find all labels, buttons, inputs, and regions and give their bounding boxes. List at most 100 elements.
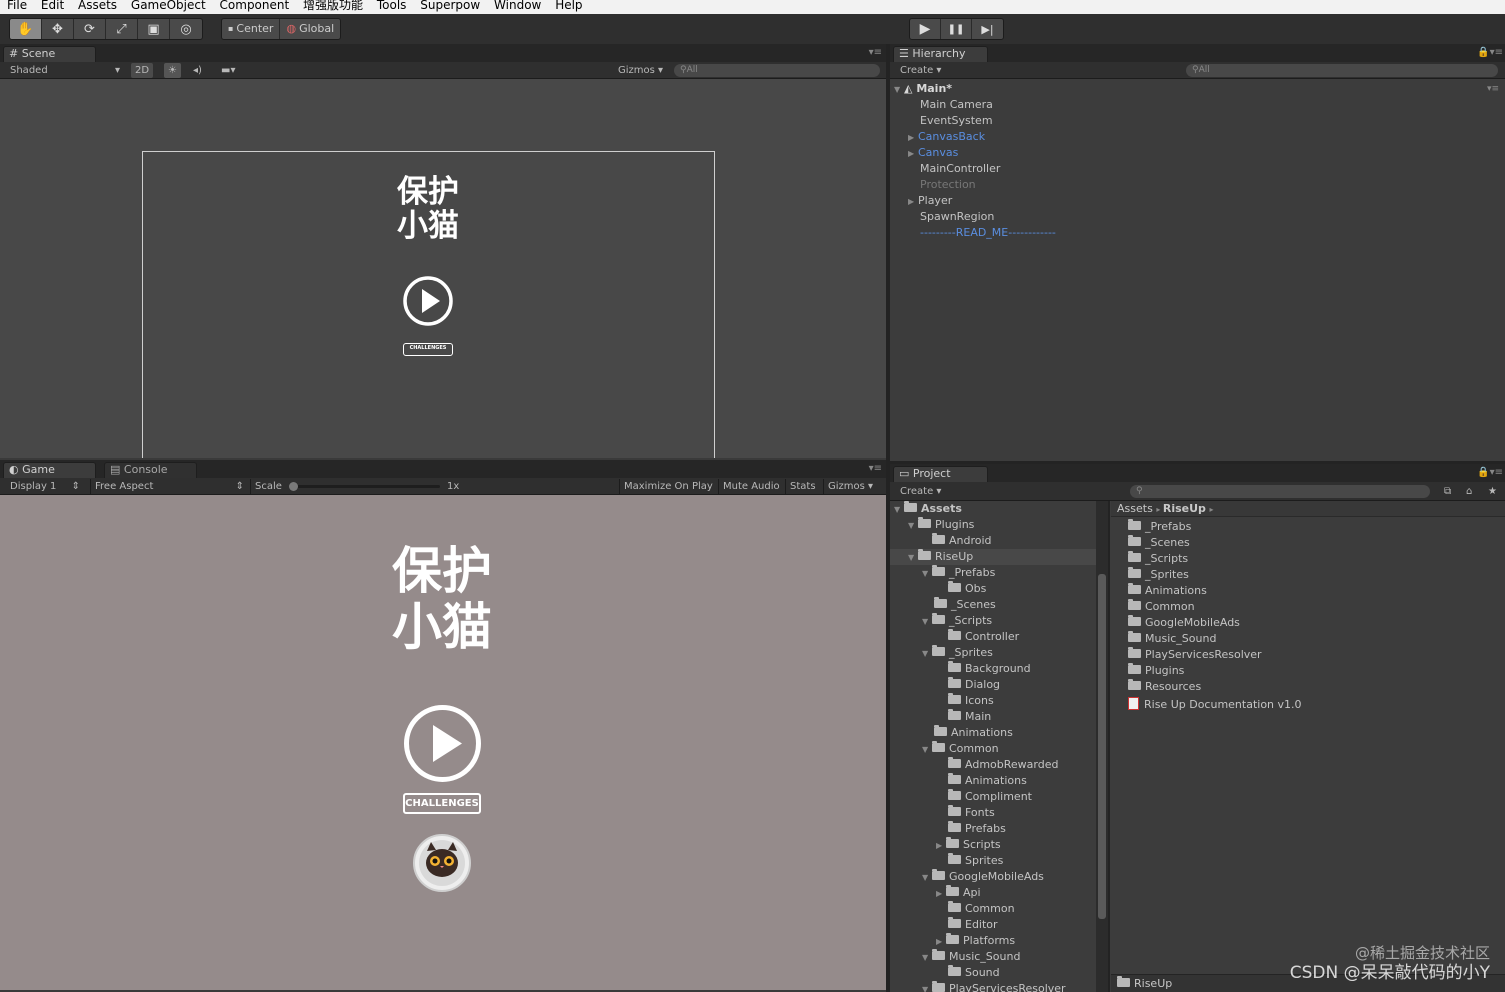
game-panel-menu-icon[interactable]: ▾≡: [869, 463, 882, 474]
tree-folder[interactable]: ▼ Assets: [894, 501, 962, 517]
content-item[interactable]: Music_Sound: [1128, 631, 1216, 647]
move-icon[interactable]: ✥: [42, 19, 74, 39]
expand-arrow-icon[interactable]: ▼: [922, 614, 932, 630]
cat-avatar-icon[interactable]: [412, 833, 472, 893]
content-item[interactable]: _Scripts: [1128, 551, 1188, 567]
tree-folder[interactable]: Prefabs: [948, 821, 1006, 837]
tree-folder-selected[interactable]: ▼ RiseUp: [890, 549, 1096, 565]
content-item[interactable]: _Sprites: [1128, 567, 1189, 583]
menu-enhanced[interactable]: 增强版功能: [303, 0, 363, 11]
content-item[interactable]: PlayServicesResolver: [1128, 647, 1262, 663]
menu-tools[interactable]: Tools: [377, 0, 407, 11]
tree-folder[interactable]: Animations: [934, 725, 1013, 741]
content-item[interactable]: Rise Up Documentation v1.0: [1128, 695, 1302, 711]
step-button[interactable]: ▶|: [972, 19, 1003, 39]
hierarchy-lock-icon[interactable]: 🔒▾≡: [1477, 47, 1503, 58]
expand-arrow-icon[interactable]: ▼: [922, 566, 932, 582]
game-challenges-button[interactable]: CHALLENGES: [403, 793, 481, 814]
hierarchy-item[interactable]: ▶ Canvas: [908, 145, 958, 161]
menu-file[interactable]: File: [7, 0, 27, 11]
2d-toggle[interactable]: 2D: [131, 63, 154, 78]
expand-arrow-icon[interactable]: ▼: [908, 550, 918, 566]
hierarchy-item[interactable]: ▶ Player: [908, 193, 952, 209]
content-item[interactable]: Animations: [1128, 583, 1207, 599]
scene-search-input[interactable]: ⚲All: [674, 64, 880, 77]
content-item[interactable]: Common: [1128, 599, 1195, 615]
menu-help[interactable]: Help: [555, 0, 582, 11]
tree-folder[interactable]: ▶ Scripts: [936, 837, 1001, 853]
tree-folder[interactable]: ▶ Api: [936, 885, 981, 901]
scene-gizmos-dropdown[interactable]: Gizmos ▾: [614, 63, 667, 78]
tree-folder[interactable]: ▼ Music_Sound: [922, 949, 1020, 965]
tree-folder[interactable]: ▼ Common: [922, 741, 999, 757]
tree-folder[interactable]: Compliment: [948, 789, 1032, 805]
menu-component[interactable]: Component: [220, 0, 290, 11]
tree-folder[interactable]: ▼ GoogleMobileAds: [922, 869, 1044, 885]
hierarchy-item[interactable]: MainController: [920, 161, 1000, 177]
tree-folder[interactable]: ▼ PlayServicesResolver: [922, 981, 1066, 992]
pause-button[interactable]: ❚❚: [941, 19, 972, 39]
rotate-icon[interactable]: ⟳: [74, 19, 106, 39]
expand-arrow-icon[interactable]: ▼: [922, 742, 932, 758]
pivot-center-toggle[interactable]: ▪ Center: [222, 19, 281, 39]
audio-icon[interactable]: ◂): [189, 63, 206, 78]
hierarchy-item[interactable]: Protection: [920, 177, 976, 193]
menu-edit[interactable]: Edit: [41, 0, 64, 11]
game-viewport[interactable]: 保护 小猫 CHALLENGES: [0, 495, 886, 990]
collapse-arrow-icon[interactable]: ▶: [936, 838, 946, 854]
expand-arrow-icon[interactable]: ▼: [922, 646, 932, 662]
menu-window[interactable]: Window: [494, 0, 541, 11]
scene-menu-icon[interactable]: ▾≡: [1487, 81, 1499, 97]
tree-folder[interactable]: Main: [948, 709, 991, 725]
project-create-dropdown[interactable]: Create ▾: [896, 484, 945, 499]
content-item[interactable]: _Scenes: [1128, 535, 1190, 551]
space-global-toggle[interactable]: ◍ Global: [280, 19, 340, 39]
expand-arrow-icon[interactable]: ▼: [894, 82, 904, 98]
breadcrumb-root[interactable]: Assets: [1117, 502, 1153, 515]
collapse-arrow-icon[interactable]: ▶: [936, 934, 946, 950]
expand-arrow-icon[interactable]: ▼: [922, 950, 932, 966]
scene-viewport[interactable]: 保护 小猫 CHALLENGES: [0, 79, 886, 458]
hierarchy-search-input[interactable]: ⚲All: [1186, 64, 1498, 77]
tab-scene[interactable]: # Scene: [3, 46, 96, 62]
tree-folder[interactable]: Controller: [948, 629, 1019, 645]
game-play-button[interactable]: [402, 703, 483, 784]
stats-toggle[interactable]: Stats: [785, 479, 820, 494]
hand-icon[interactable]: ✋: [10, 19, 42, 39]
tab-game[interactable]: ◐ Game: [3, 462, 96, 478]
expand-arrow-icon[interactable]: ▼: [922, 982, 932, 992]
tree-folder[interactable]: Animations: [948, 773, 1027, 789]
mute-audio-toggle[interactable]: Mute Audio: [718, 479, 784, 494]
tree-folder[interactable]: ▼ Plugins: [908, 517, 974, 533]
content-item[interactable]: Resources: [1128, 679, 1201, 695]
tree-folder[interactable]: ▼ _Sprites: [922, 645, 993, 661]
filter-type-icon[interactable]: ⧉: [1440, 484, 1455, 499]
collapse-arrow-icon[interactable]: ▶: [908, 194, 918, 210]
hierarchy-item[interactable]: ▶ CanvasBack: [908, 129, 985, 145]
tree-folder[interactable]: ▼ _Scripts: [922, 613, 992, 629]
scale-slider-thumb[interactable]: [289, 482, 298, 491]
tree-folder[interactable]: Icons: [948, 693, 994, 709]
menu-assets[interactable]: Assets: [78, 0, 117, 11]
expand-arrow-icon[interactable]: ▼: [922, 870, 932, 886]
content-item[interactable]: GoogleMobileAds: [1128, 615, 1240, 631]
play-button[interactable]: ▶: [910, 19, 941, 39]
panel-menu-icon[interactable]: ▾≡: [869, 47, 882, 58]
aspect-dropdown[interactable]: Free Aspect ⇕: [90, 479, 248, 494]
lighting-icon[interactable]: ☀: [164, 63, 181, 78]
filter-label-icon[interactable]: ⌂: [1462, 484, 1476, 499]
breadcrumb-current[interactable]: RiseUp: [1163, 502, 1206, 515]
tree-folder[interactable]: Dialog: [948, 677, 1000, 693]
project-lock-icon[interactable]: 🔒▾≡: [1477, 467, 1503, 478]
tree-folder[interactable]: ▶ Platforms: [936, 933, 1015, 949]
tree-folder[interactable]: Sound: [948, 965, 1000, 981]
hierarchy-create-dropdown[interactable]: Create ▾: [896, 63, 945, 78]
tree-folder[interactable]: Obs: [948, 581, 986, 597]
collapse-arrow-icon[interactable]: ▶: [908, 130, 918, 146]
menu-superpow[interactable]: Superpow: [420, 0, 480, 11]
rect-icon[interactable]: ▣: [138, 19, 170, 39]
tree-folder[interactable]: ▼ _Prefabs: [922, 565, 995, 581]
maximize-on-play-toggle[interactable]: Maximize On Play: [619, 479, 717, 494]
effects-icon[interactable]: ▬▾: [217, 63, 239, 78]
game-gizmos-dropdown[interactable]: Gizmos ▾: [823, 479, 877, 494]
